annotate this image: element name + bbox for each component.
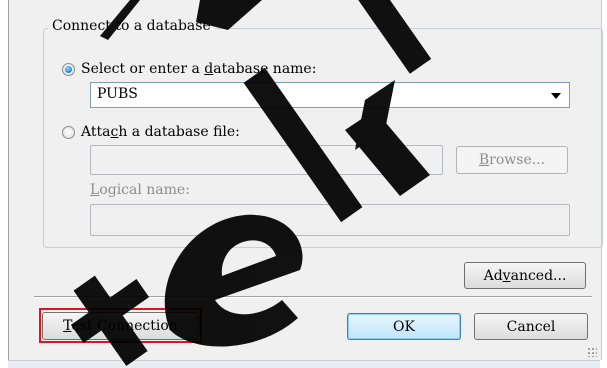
browse-button[interactable]: Browse... (456, 146, 568, 174)
select-database-option[interactable]: Select or enter a database name: (62, 61, 316, 77)
attach-database-option[interactable]: Attach a database file: (62, 124, 240, 140)
cancel-button[interactable]: Cancel (474, 313, 588, 340)
separator (34, 296, 592, 298)
logical-name-input[interactable] (90, 204, 570, 236)
database-name-value: PUBS (97, 86, 138, 102)
select-database-label: Select or enter a database name: (81, 61, 317, 77)
database-file-input[interactable] (90, 145, 443, 175)
ok-button[interactable]: OK (347, 313, 461, 340)
connection-dialog (8, 0, 603, 360)
chevron-down-icon[interactable] (551, 93, 561, 99)
advanced-button[interactable]: Advanced... (464, 262, 586, 289)
test-connection-highlight (39, 308, 202, 343)
logical-name-label: Logical name: (90, 182, 190, 198)
group-title: Connect to a database (48, 18, 215, 34)
resize-grip-icon[interactable] (587, 347, 597, 357)
database-name-combobox[interactable]: PUBS (90, 82, 570, 108)
select-database-radio[interactable] (62, 62, 75, 76)
attach-database-radio[interactable] (62, 125, 75, 139)
attach-database-label: Attach a database file: (81, 124, 240, 140)
